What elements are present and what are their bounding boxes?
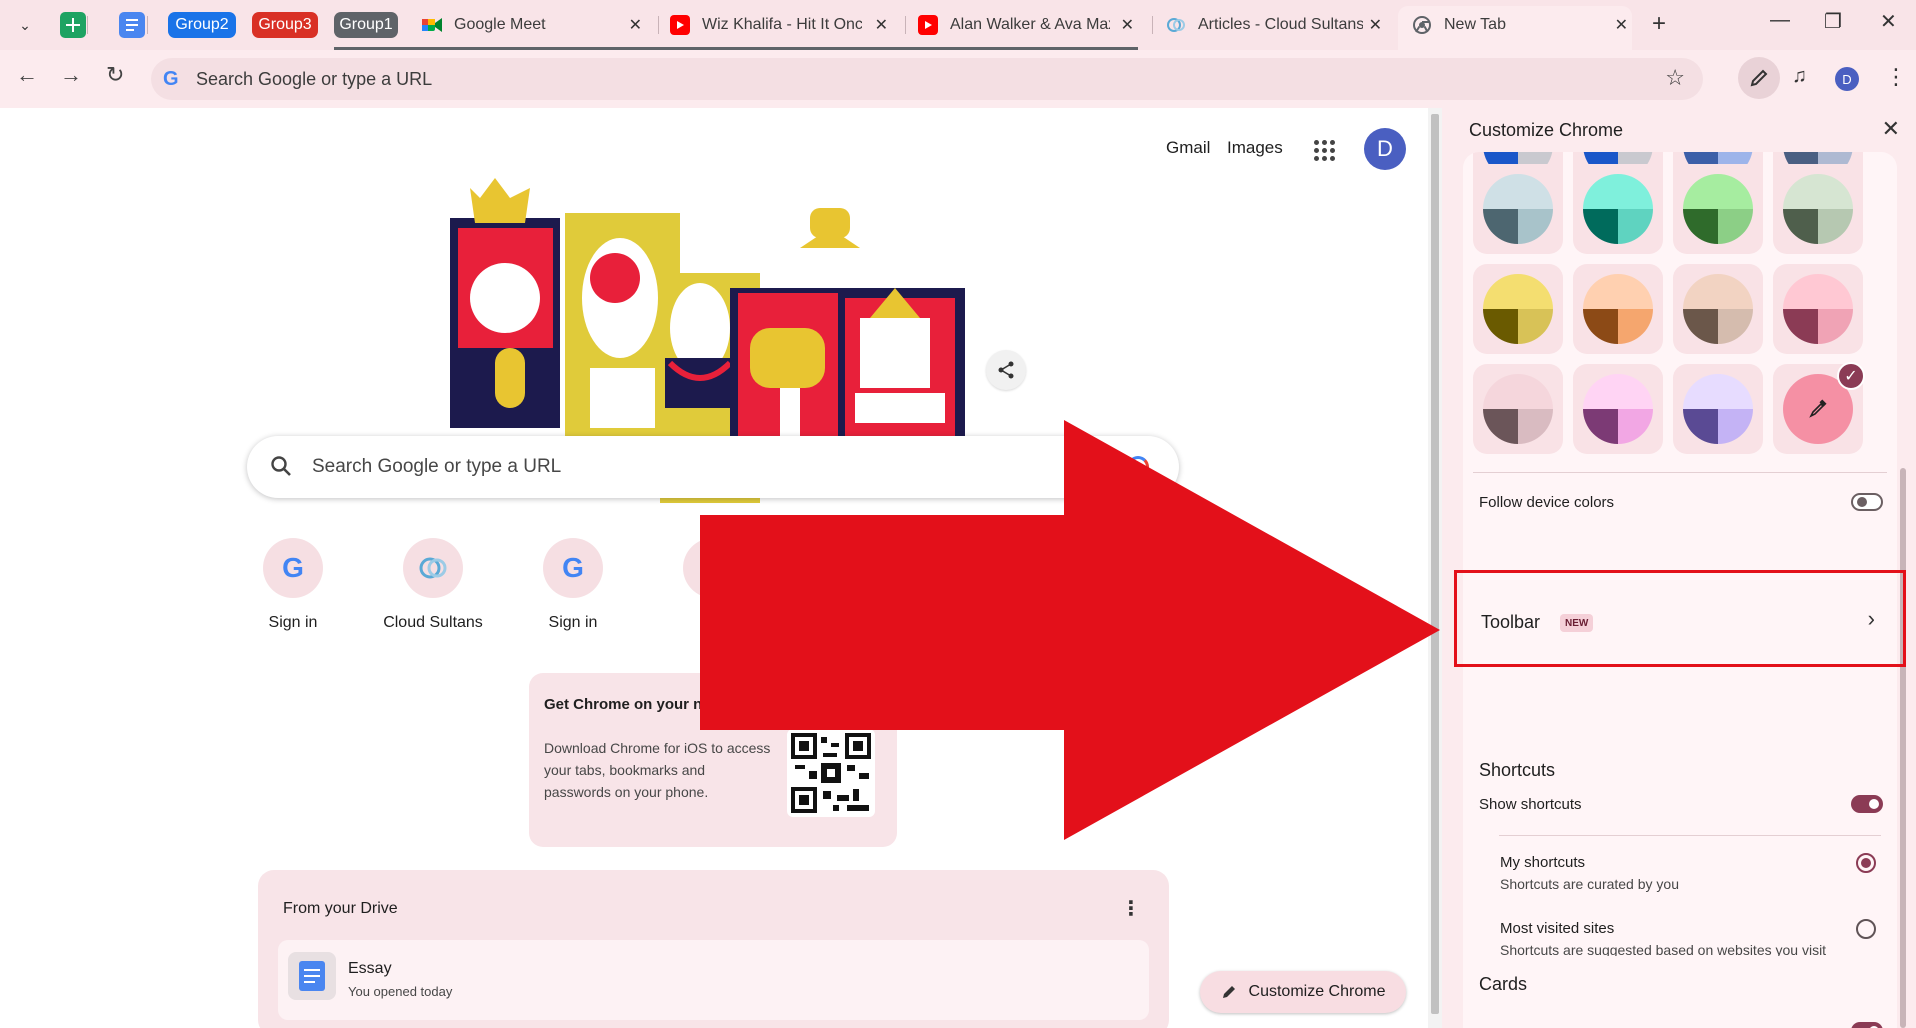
customize-pencil-button[interactable] [1738, 57, 1780, 99]
pencil-icon [1750, 69, 1768, 87]
close-panel-icon[interactable]: ✕ [1882, 116, 1900, 142]
color-swatch[interactable] [1573, 264, 1663, 354]
media-controls-icon[interactable]: ♫ [1792, 65, 1807, 88]
chrome-menu-icon[interactable]: ⋮ [1885, 64, 1907, 90]
images-link[interactable]: Images [1227, 138, 1283, 158]
window-close-icon[interactable]: ✕ [1880, 9, 1897, 34]
color-swatch[interactable] [1673, 164, 1763, 254]
bookmark-star-icon[interactable]: ☆ [1665, 65, 1685, 91]
show-cards-toggle[interactable] [1851, 1022, 1883, 1028]
color-swatch[interactable] [1473, 264, 1563, 354]
google-apps-icon[interactable] [1314, 140, 1336, 162]
close-tab-icon[interactable]: ✕ [629, 15, 642, 35]
google-g-icon: G [163, 68, 179, 90]
red-arrow-annotation [700, 420, 1440, 840]
tab-search-button[interactable]: ⌄ [10, 11, 40, 39]
search-input[interactable]: Search Google or type a URL [312, 456, 561, 478]
tab-divider [87, 16, 88, 34]
tab-divider [658, 16, 659, 34]
shortcut-tile[interactable]: Cloud Sultans [368, 538, 498, 632]
tab-wiz-khalifa[interactable]: Wiz Khalifa - Hit It Once ✕ [670, 8, 888, 42]
customize-chrome-panel: Customize Chrome ✕ ✓ Follow device color… [1442, 108, 1916, 1028]
back-arrow-icon[interactable]: ← [16, 62, 38, 88]
panel-scrollbar[interactable] [1900, 468, 1906, 1028]
tab-group-group1[interactable]: Group1 [334, 12, 398, 38]
red-highlight-box [1454, 570, 1906, 667]
show-shortcuts-toggle[interactable] [1851, 795, 1883, 813]
tab-alan-walker[interactable]: Alan Walker & Ava Max ✕ [918, 8, 1134, 42]
youtube-icon [918, 15, 938, 35]
reload-icon[interactable]: ↻ [106, 62, 124, 88]
tab-group-group2[interactable]: Group2 [168, 12, 236, 38]
account-avatar[interactable]: D [1364, 128, 1406, 170]
close-tab-icon[interactable]: ✕ [1615, 15, 1628, 35]
drive-card: From your Drive ⋮ Essay You opened today [258, 870, 1169, 1028]
close-tab-icon[interactable]: ✕ [1369, 15, 1382, 35]
color-swatch[interactable] [1473, 164, 1563, 254]
chrome-icon [1412, 15, 1432, 35]
divider [1473, 472, 1887, 473]
my-shortcuts-radio[interactable] [1856, 853, 1876, 873]
gmail-link[interactable]: Gmail [1166, 138, 1210, 158]
google-docs-icon [288, 952, 336, 1000]
tab-new-tab[interactable]: New Tab ✕ [1412, 8, 1628, 42]
restore-icon[interactable]: ❐ [1824, 9, 1842, 34]
cards-section: Cards [1463, 956, 1897, 1028]
most-visited-radio[interactable] [1856, 919, 1876, 939]
new-tab-plus-icon[interactable]: + [1652, 10, 1666, 38]
youtube-icon [670, 15, 690, 35]
tab-divider [905, 16, 906, 34]
docs-tab-icon[interactable] [119, 12, 145, 38]
check-icon: ✓ [1837, 362, 1865, 390]
drive-file-row[interactable]: Essay You opened today [278, 940, 1149, 1020]
profile-avatar[interactable]: D [1835, 67, 1859, 91]
shortcut-tile[interactable]: G Sign in [228, 538, 358, 632]
tab-google-meet[interactable]: Google Meet ✕ [422, 8, 642, 42]
tab-strip: ⌄ Group2 Group3 Group1 Google Meet ✕ Wiz… [0, 0, 1916, 50]
share-icon[interactable] [986, 350, 1026, 390]
more-options-icon[interactable]: ⋮ [1121, 896, 1141, 921]
search-icon [271, 456, 291, 476]
cloud-sultans-icon [1166, 15, 1186, 35]
color-swatch[interactable] [1573, 364, 1663, 454]
omnibox[interactable]: G Search Google or type a URL ☆ [151, 58, 1703, 100]
divider [1499, 835, 1881, 836]
close-tab-icon[interactable]: ✕ [1121, 15, 1134, 35]
shortcut-tile[interactable]: G Sign in [508, 538, 638, 632]
color-picker-icon [1809, 399, 1827, 418]
close-tab-icon[interactable]: ✕ [875, 15, 888, 35]
browser-toolbar: ← → ↻ G Search Google or type a URL ☆ ♫ … [0, 50, 1916, 108]
google-g-icon: G [543, 538, 603, 598]
sheets-tab-icon[interactable] [60, 12, 86, 38]
customize-chrome-button[interactable]: Customize Chrome [1200, 971, 1406, 1013]
color-swatch[interactable] [1673, 364, 1763, 454]
color-swatch[interactable] [1773, 264, 1863, 354]
minimize-icon[interactable]: — [1770, 9, 1790, 32]
follow-device-colors-toggle[interactable] [1851, 493, 1883, 511]
tab-divider [147, 16, 148, 34]
tab-group-group3[interactable]: Group3 [252, 12, 318, 38]
color-swatch[interactable] [1473, 364, 1563, 454]
tab-divider [1152, 16, 1153, 34]
pencil-icon [1222, 986, 1235, 998]
custom-color-swatch-selected[interactable]: ✓ [1773, 362, 1865, 454]
color-swatch[interactable] [1673, 264, 1763, 354]
google-meet-icon [422, 15, 442, 35]
forward-arrow-icon[interactable]: → [60, 62, 82, 88]
color-swatch[interactable] [1773, 164, 1863, 254]
color-swatch[interactable] [1573, 164, 1663, 254]
cloud-sultans-icon [403, 538, 463, 598]
tab-cloud-sultans[interactable]: Articles - Cloud Sultans ✕ [1166, 8, 1382, 42]
google-g-icon: G [263, 538, 323, 598]
